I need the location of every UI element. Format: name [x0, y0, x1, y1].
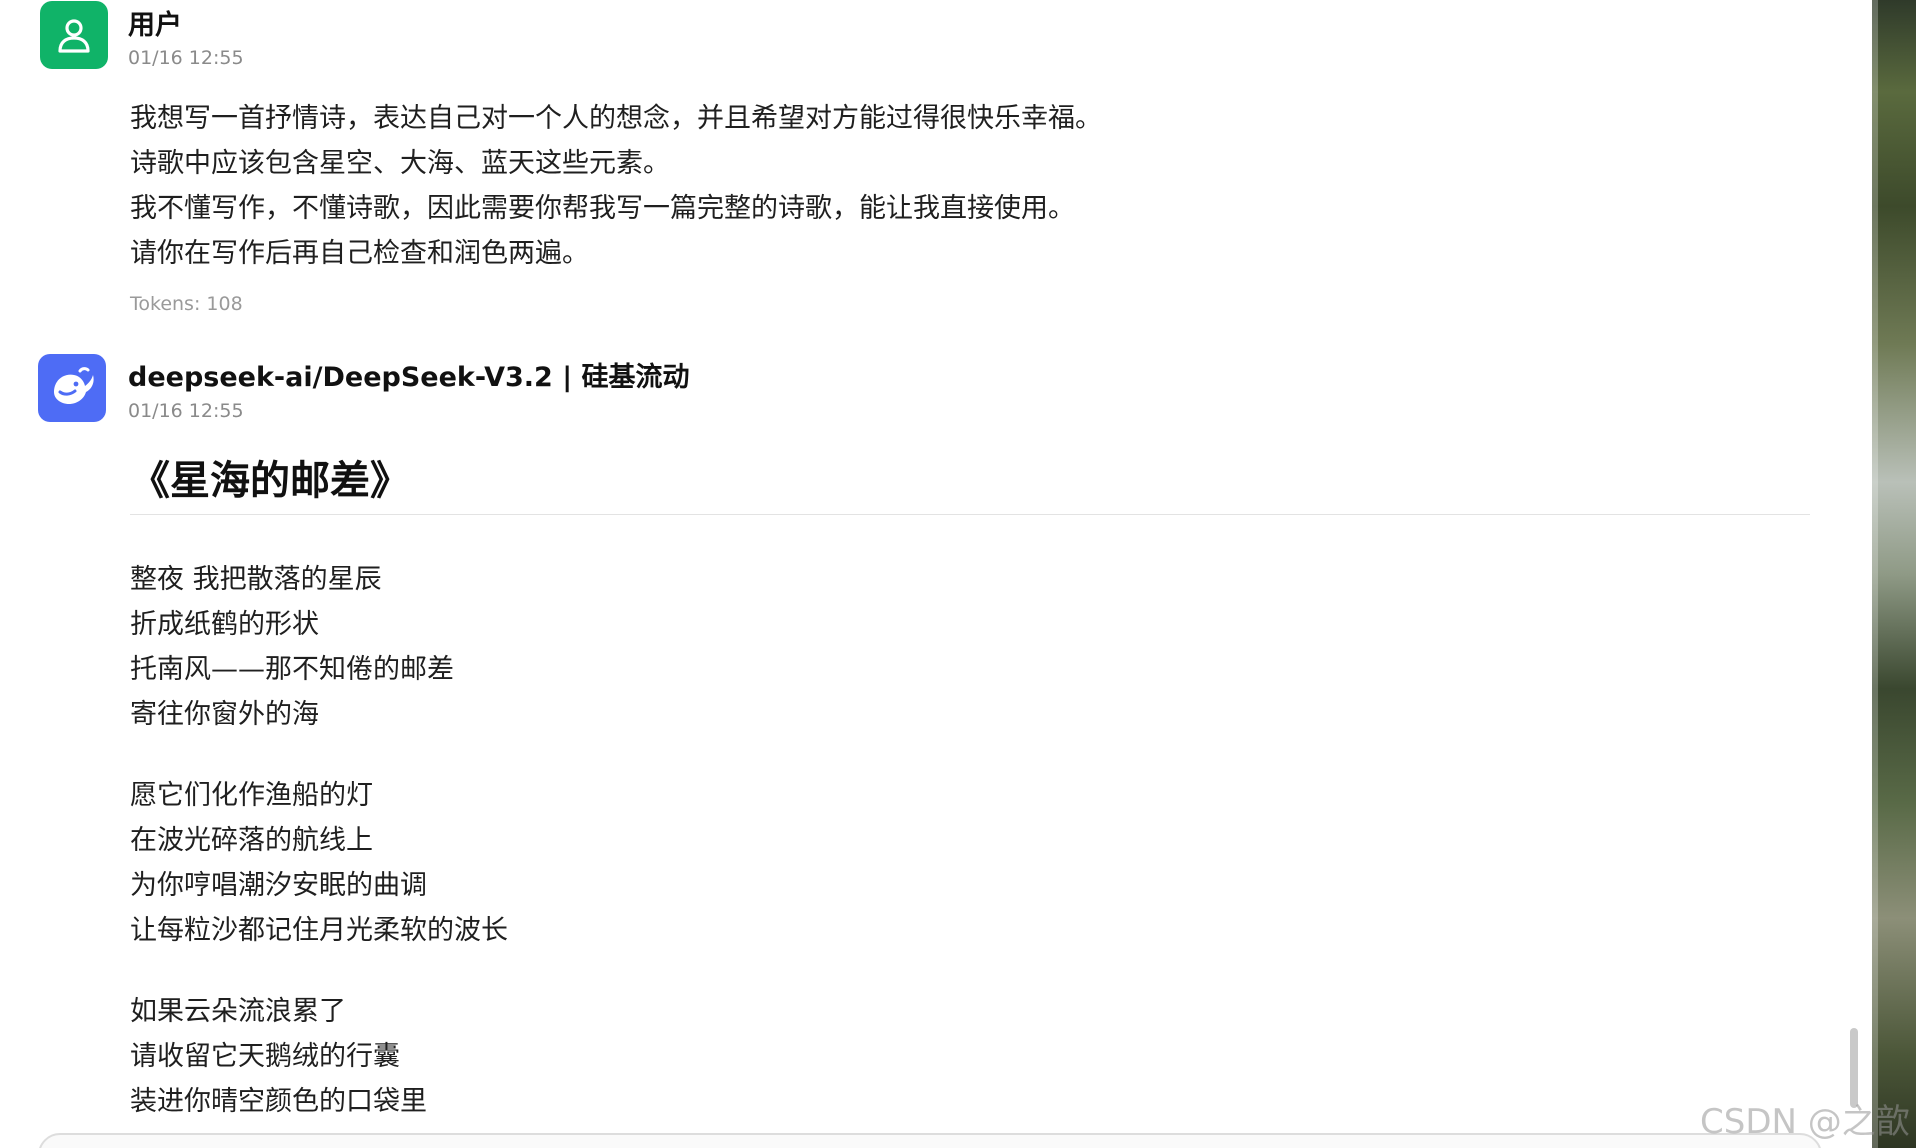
poem-stanza[interactable]: 如果云朵流浪累了 请收留它天鹅绒的行囊 装进你晴空颜色的口袋里	[130, 989, 427, 1124]
user-message-time: 01/16 12:55	[128, 47, 244, 69]
deepseek-whale-icon	[54, 367, 94, 404]
user-icon	[58, 19, 90, 53]
user-message-line: 我不懂写作，不懂诗歌，因此需要你帮我写一篇完整的诗歌，能让我直接使用。	[130, 193, 1075, 224]
poem-line: 在波光碎落的航线上	[130, 825, 373, 856]
poem-line: 让每粒沙都记住月光柔软的波长	[130, 915, 508, 946]
user-message-line: 请你在写作后再自己检查和润色两遍。	[130, 238, 589, 269]
bot-avatar	[38, 354, 106, 422]
poem-line: 折成纸鹤的形状	[130, 609, 319, 640]
watermark: CSDN @之歆	[1700, 1102, 1910, 1142]
poem-line: 为你哼唱潮汐安眠的曲调	[130, 870, 427, 901]
token-count: Tokens: 108	[130, 293, 243, 315]
poem-line: 请收留它天鹅绒的行囊	[130, 1041, 400, 1072]
poem-stanza[interactable]: 整夜 我把散落的星辰 折成纸鹤的形状 托南风——那不知倦的邮差 寄往你窗外的海	[130, 557, 454, 737]
poem-stanza[interactable]: 愿它们化作渔船的灯 在波光碎落的航线上 为你哼唱潮汐安眠的曲调 让每粒沙都记住月…	[130, 773, 508, 953]
user-message-text[interactable]: 我想写一首抒情诗，表达自己对一个人的想念，并且希望对方能过得很快乐幸福。 诗歌中…	[130, 96, 1102, 276]
user-avatar	[40, 1, 108, 69]
poem-line: 寄往你窗外的海	[130, 699, 319, 730]
poem-line: 如果云朵流浪累了	[130, 996, 346, 1027]
poem-title: 《星海的邮差》	[130, 458, 410, 504]
poem-line: 托南风——那不知倦的邮差	[130, 654, 454, 685]
poem-line: 愿它们化作渔船的灯	[130, 780, 373, 811]
bot-message-time: 01/16 12:55	[128, 400, 244, 422]
user-message-line: 我想写一首抒情诗，表达自己对一个人的想念，并且希望对方能过得很快乐幸福。	[130, 103, 1102, 134]
chat-panel: 用户 01/16 12:55 我想写一首抒情诗，表达自己对一个人的想念，并且希望…	[0, 0, 1872, 1148]
desktop-wallpaper	[1872, 0, 1916, 1148]
poem-line: 整夜 我把散落的星辰	[130, 564, 382, 595]
poem-line: 装进你晴空颜色的口袋里	[130, 1086, 427, 1117]
user-message-line: 诗歌中应该包含星空、大海、蓝天这些元素。	[130, 148, 670, 179]
bot-name: deepseek-ai/DeepSeek-V3.2 | 硅基流动	[128, 362, 690, 393]
title-divider	[130, 514, 1810, 515]
user-name: 用户	[128, 10, 182, 41]
chat-input-box[interactable]	[38, 1133, 1822, 1148]
